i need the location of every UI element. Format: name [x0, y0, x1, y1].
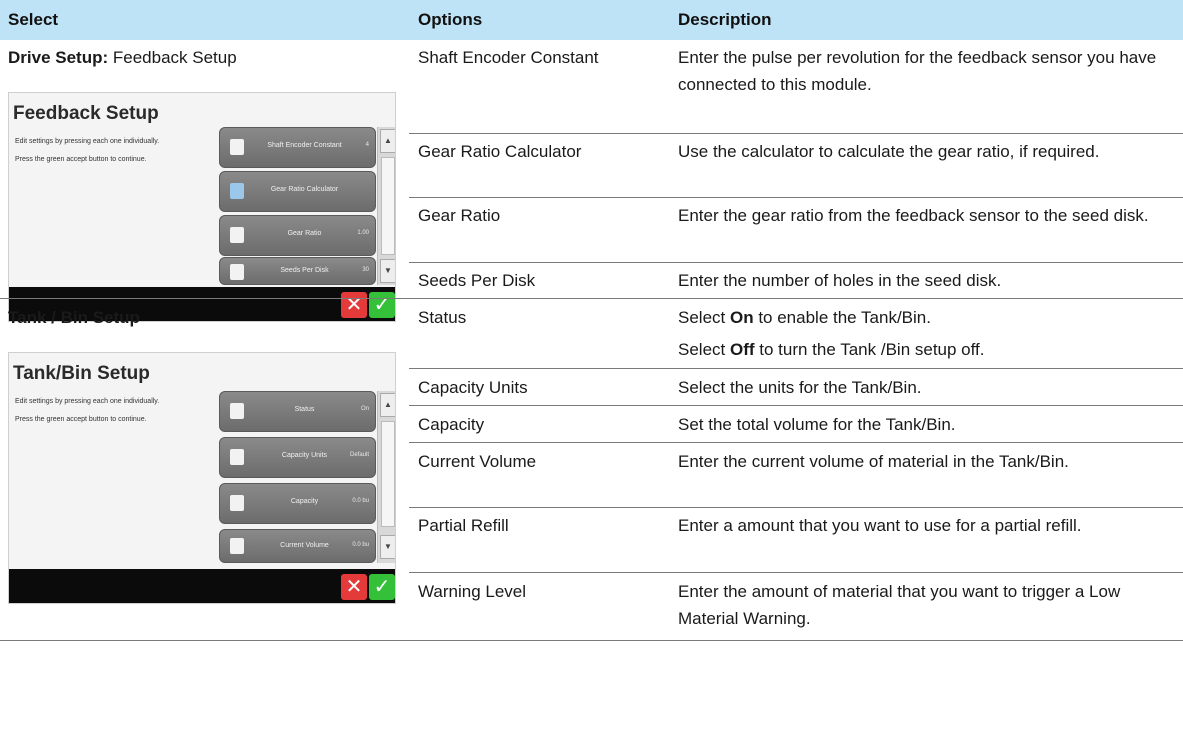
shaft-encoder-button[interactable]: Shaft Encoder Constant 4 — [219, 127, 376, 168]
current-volume-button[interactable]: Current Volume 0.0 bu — [219, 529, 376, 563]
description-cell: Enter the current volume of material in … — [678, 452, 1069, 471]
gear-ratio-button[interactable]: Gear Ratio 1.00 — [219, 215, 376, 256]
option-cell: Current Volume — [418, 452, 537, 471]
accept-icon[interactable]: ✓ — [369, 292, 395, 318]
calculator-icon — [230, 183, 244, 199]
option-cell: Capacity — [418, 415, 485, 434]
screen-instruction: Press the green accept button to continu… — [15, 156, 147, 163]
edit-icon — [230, 538, 244, 554]
screen-instruction: Edit settings by pressing each one indiv… — [15, 398, 160, 405]
tank-bin-setup-screenshot: Tank/Bin Setup Edit settings by pressing… — [8, 352, 396, 604]
description-cell: Set the total volume for the Tank/Bin. — [678, 415, 956, 434]
screen-instruction: Edit settings by pressing each one indiv… — [15, 138, 160, 145]
header-select: Select — [8, 10, 59, 29]
scroll-thumb[interactable] — [381, 157, 395, 255]
status-button[interactable]: Status On — [219, 391, 376, 432]
row-divider — [409, 507, 1183, 508]
option-cell: Capacity Units — [418, 378, 528, 397]
option-cell: Partial Refill — [418, 516, 509, 535]
description-cell: Enter the gear ratio from the feedback s… — [678, 206, 1149, 225]
option-cell: Gear Ratio Calculator — [418, 142, 582, 161]
edit-icon — [230, 495, 244, 511]
row-divider — [409, 133, 1183, 134]
scroll-thumb[interactable] — [381, 421, 395, 527]
screen-title: Tank/Bin Setup — [13, 363, 150, 384]
description-cell: Enter the pulse per revolution for the f… — [678, 48, 1157, 94]
seeds-per-disk-button[interactable]: Seeds Per Disk 30 — [219, 257, 376, 285]
feedback-setup-screenshot: Feedback Setup Edit settings by pressing… — [8, 92, 396, 322]
description-cell: Enter the amount of material that you wa… — [678, 582, 1121, 628]
description-cell: Use the calculator to calculate the gear… — [678, 142, 1100, 161]
edit-icon — [230, 403, 244, 419]
table-bottom-rule — [0, 640, 1183, 641]
scroll-down-icon[interactable]: ▼ — [380, 259, 395, 283]
table-header: Select Options Description — [0, 0, 1183, 40]
row-divider — [409, 262, 1183, 263]
option-cell: Shaft Encoder Constant — [418, 48, 599, 67]
description-cell: Select On to enable the Tank/Bin. — [678, 308, 931, 327]
gear-ratio-calculator-button[interactable]: Gear Ratio Calculator — [219, 171, 376, 212]
capacity-units-button[interactable]: Capacity Units Default — [219, 437, 376, 478]
feedback-section-title: Drive Setup: Feedback Setup — [8, 48, 237, 67]
section-divider — [0, 298, 1183, 299]
scroll-up-icon[interactable]: ▲ — [380, 129, 395, 153]
description-cell: Select the units for the Tank/Bin. — [678, 378, 922, 397]
option-cell: Seeds Per Disk — [418, 271, 536, 290]
edit-icon — [230, 264, 244, 280]
description-cell: Enter a amount that you want to use for … — [678, 516, 1082, 535]
scrollbar[interactable]: ▲ ▼ — [377, 391, 395, 563]
action-bar: ✕ ✓ — [9, 569, 395, 603]
row-divider — [409, 405, 1183, 406]
screen-title: Feedback Setup — [13, 103, 159, 124]
cancel-icon[interactable]: ✕ — [341, 574, 367, 600]
scroll-up-icon[interactable]: ▲ — [380, 393, 395, 417]
scroll-down-icon[interactable]: ▼ — [380, 535, 395, 559]
description-cell: Select Off to turn the Tank /Bin setup o… — [678, 340, 985, 359]
option-cell: Warning Level — [418, 582, 527, 601]
header-description: Description — [678, 10, 772, 29]
row-divider — [409, 572, 1183, 573]
tank-section-title: Tank / Bin Setup — [8, 308, 140, 327]
edit-icon — [230, 449, 244, 465]
scrollbar[interactable]: ▲ ▼ — [377, 127, 395, 285]
accept-icon[interactable]: ✓ — [369, 574, 395, 600]
edit-icon — [230, 139, 244, 155]
header-options: Options — [418, 10, 483, 29]
option-cell: Status — [418, 308, 467, 327]
row-divider — [409, 197, 1183, 198]
row-divider — [409, 368, 1183, 369]
capacity-button[interactable]: Capacity 0.0 bu — [219, 483, 376, 524]
screen-instruction: Press the green accept button to continu… — [15, 416, 147, 423]
option-cell: Gear Ratio — [418, 206, 501, 225]
edit-icon — [230, 227, 244, 243]
cancel-icon[interactable]: ✕ — [341, 292, 367, 318]
description-cell: Enter the number of holes in the seed di… — [678, 271, 1002, 290]
row-divider — [409, 442, 1183, 443]
